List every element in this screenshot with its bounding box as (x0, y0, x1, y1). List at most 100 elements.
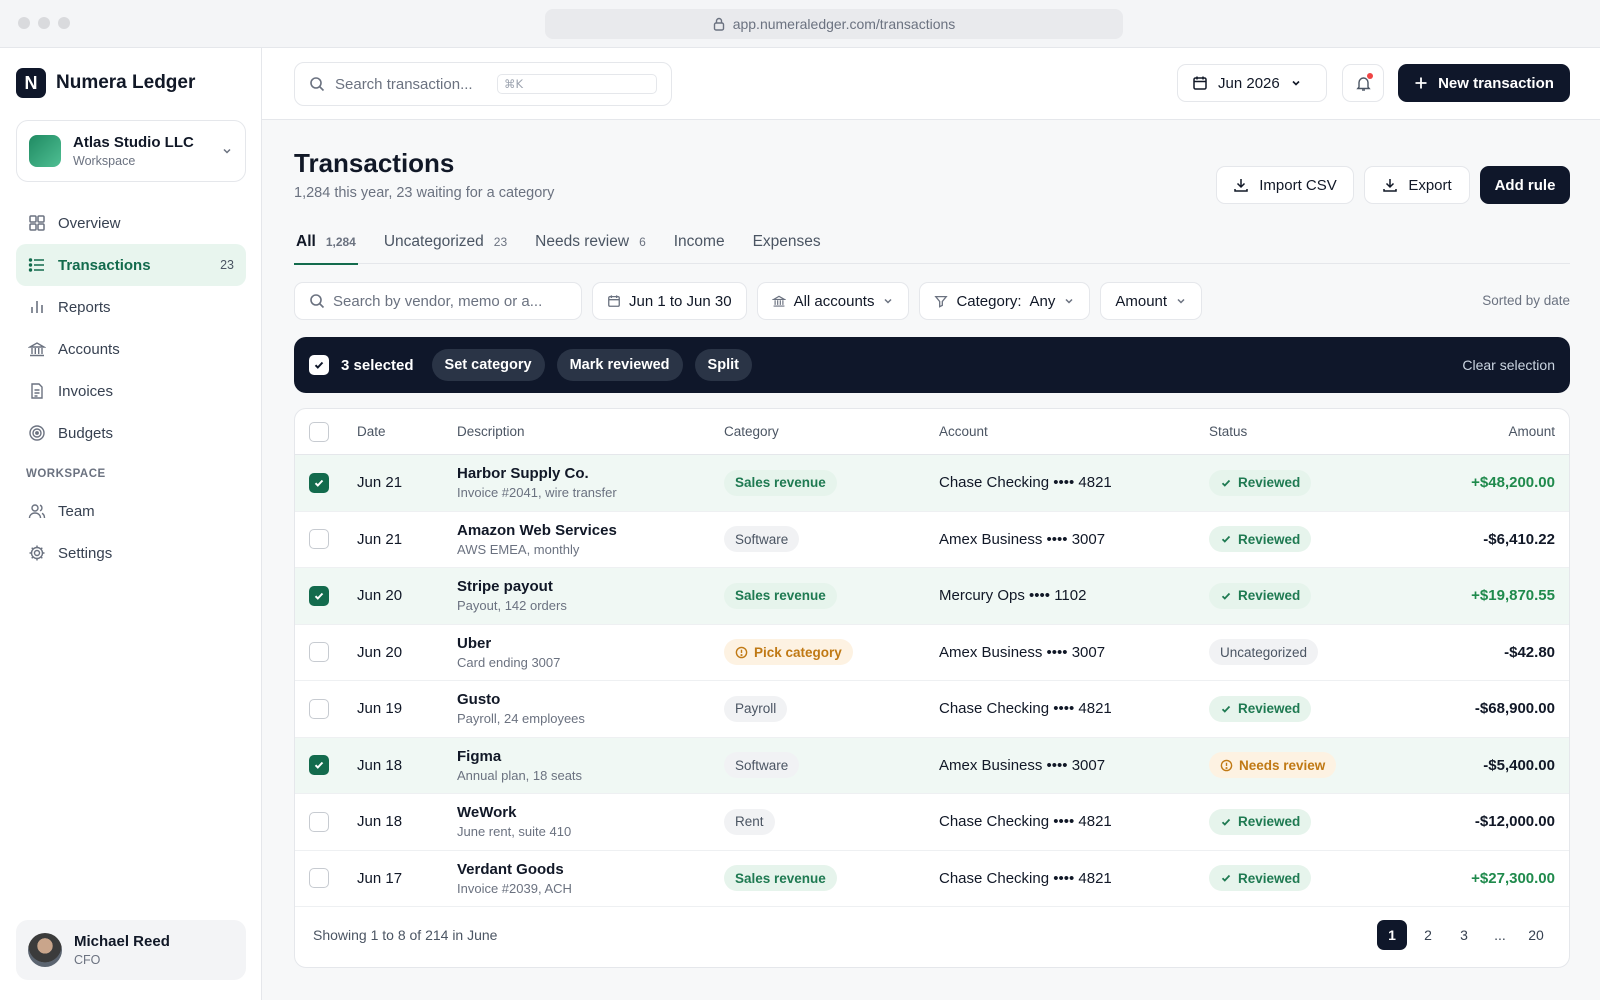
category-label: Sales revenue (735, 475, 826, 491)
category-badge[interactable]: Software (724, 526, 800, 553)
column-header-status[interactable]: Status (1209, 424, 1409, 439)
mark-reviewed-button[interactable]: Mark reviewed (556, 349, 683, 381)
global-search-input[interactable]: Search transaction... ⌘K (294, 62, 672, 106)
table-row[interactable]: Jun 18 Figma Annual plan, 18 seats Software… (295, 737, 1569, 794)
brand[interactable]: N Numera Ledger (16, 68, 195, 98)
user-profile[interactable]: Michael Reed CFO (16, 920, 246, 980)
column-header-date[interactable]: Date (357, 424, 457, 439)
table-row[interactable]: Jun 20 Uber Card ending 3007 Pick category A… (295, 625, 1569, 681)
tab-all[interactable]: All 1,284 (294, 220, 358, 265)
page-subtitle: 1,284 this year, 23 waiting for a catego… (294, 185, 555, 201)
table-row[interactable]: Jun 21 Amazon Web Services AWS EMEA, month… (295, 512, 1569, 568)
tab-count: 1,284 (325, 235, 356, 249)
download-icon (1382, 177, 1398, 193)
page-button[interactable]: 3 (1449, 920, 1479, 950)
row-checkbox[interactable] (309, 529, 329, 550)
nav-section-label: WORKSPACE (26, 468, 106, 480)
select-all-checkbox[interactable] (309, 355, 329, 375)
tab-expenses[interactable]: Expenses (751, 220, 823, 264)
header-checkbox[interactable] (309, 421, 329, 442)
sidebar-item-budgets[interactable]: Budgets (16, 412, 246, 454)
category-filter-label: Category: (956, 292, 1022, 310)
tab-needs-review[interactable]: Needs review 6 (533, 220, 648, 264)
sidebar-item-reports[interactable]: Reports (16, 286, 246, 328)
page-button[interactable]: 20 (1521, 920, 1551, 950)
notifications-button[interactable] (1342, 64, 1384, 102)
sidebar-item-team[interactable]: Team (16, 490, 246, 532)
column-header-amount[interactable]: Amount (1409, 424, 1569, 439)
category-badge[interactable]: Rent (724, 808, 775, 835)
workspace-switcher[interactable]: Atlas Studio LLC Workspace (16, 120, 246, 182)
tab-label: Income (673, 233, 725, 250)
sidebar-item-invoices[interactable]: Invoices (16, 370, 246, 412)
add-rule-button[interactable]: Add rule (1480, 166, 1570, 204)
row-checkbox[interactable] (309, 585, 329, 606)
sort-indicator[interactable]: Sorted by date (1482, 293, 1570, 308)
row-checkbox[interactable] (309, 698, 329, 719)
main-content: Search transaction... ⌘K Jun 2026 New tr… (262, 48, 1600, 1000)
column-header-account[interactable]: Account (939, 424, 1209, 439)
table-search-input[interactable]: Search by vendor, memo or a... (294, 282, 582, 320)
sidebar-item-overview[interactable]: Overview (16, 202, 246, 244)
address-bar[interactable]: app.numeraledger.com/transactions (545, 9, 1123, 39)
check-icon (1220, 477, 1232, 489)
category-badge[interactable]: Software (724, 752, 800, 779)
check-icon (313, 590, 325, 602)
row-checkbox[interactable] (309, 472, 329, 493)
row-date: Jun 20 (357, 643, 403, 661)
sidebar-item-accounts[interactable]: Accounts (16, 328, 246, 370)
category-badge[interactable]: Sales revenue (724, 469, 837, 496)
row-account: Chase Checking •••• 4821 (939, 474, 1112, 492)
category-badge[interactable]: Payroll (724, 695, 788, 722)
close-window-dot[interactable] (18, 17, 30, 29)
accounts-filter[interactable]: All accounts (756, 282, 910, 320)
sidebar-item-label: Settings (58, 544, 113, 562)
column-header-category[interactable]: Category (724, 424, 939, 439)
new-transaction-button[interactable]: New transaction (1398, 64, 1570, 102)
tab-income[interactable]: Income (672, 220, 727, 264)
table-row[interactable]: Jun 21 Harbor Supply Co. Invoice #2041, wi… (295, 455, 1569, 512)
search-icon (309, 293, 325, 309)
table-body: Jun 21 Harbor Supply Co. Invoice #2041, wi… (295, 455, 1569, 907)
category-label: Sales revenue (735, 870, 826, 886)
tab-count: 6 (639, 235, 646, 249)
row-amount: +$19,870.55 (1471, 587, 1555, 605)
minimize-window-dot[interactable] (38, 17, 50, 29)
page-button[interactable]: 1 (1377, 920, 1407, 950)
transactions-table: Date Description Category Account Status… (294, 408, 1570, 968)
set-category-button[interactable]: Set category (431, 349, 545, 381)
import-csv-button[interactable]: Import CSV (1216, 166, 1354, 204)
row-checkbox[interactable] (309, 868, 329, 889)
sidebar-item-transactions[interactable]: Transactions 23 (16, 244, 246, 286)
column-header-description[interactable]: Description (457, 424, 724, 439)
row-memo: Payroll, 24 employees (457, 711, 585, 727)
export-button[interactable]: Export (1364, 166, 1470, 204)
category-badge[interactable]: Pick category (724, 639, 853, 666)
tab-uncategorized[interactable]: Uncategorized 23 (382, 220, 509, 264)
accounts-filter-label: All accounts (793, 292, 875, 310)
sidebar-item-settings[interactable]: Settings (16, 532, 246, 574)
transaction-tabs: All 1,284 Uncategorized 23 Needs review … (294, 220, 1570, 265)
clear-selection-button[interactable]: Clear selection (1462, 357, 1555, 373)
users-icon (28, 502, 46, 520)
row-amount: +$48,200.00 (1471, 474, 1555, 492)
row-checkbox[interactable] (309, 642, 329, 663)
table-row[interactable]: Jun 20 Stripe payout Payout, 142 orders Sal… (295, 568, 1569, 625)
amount-filter[interactable]: Amount (1100, 282, 1203, 320)
split-button[interactable]: Split (694, 349, 752, 381)
page-button[interactable]: 2 (1413, 920, 1443, 950)
period-selector[interactable]: Jun 2026 (1177, 64, 1327, 102)
table-row[interactable]: Jun 17 Verdant Goods Invoice #2039, ACH Sal… (295, 851, 1569, 907)
document-icon (28, 382, 46, 400)
category-badge[interactable]: Sales revenue (724, 865, 837, 892)
row-amount: -$12,000.00 (1474, 813, 1555, 831)
table-row[interactable]: Jun 18 WeWork June rent, suite 410 Rent Chas… (295, 794, 1569, 851)
tab-label: Expenses (752, 233, 821, 250)
date-range-filter[interactable]: Jun 1 to Jun 30 (592, 282, 747, 320)
category-filter[interactable]: Category: Any (919, 282, 1091, 320)
category-badge[interactable]: Sales revenue (724, 582, 837, 609)
maximize-window-dot[interactable] (58, 17, 70, 29)
row-checkbox[interactable] (309, 755, 329, 776)
row-checkbox[interactable] (309, 811, 329, 832)
table-row[interactable]: Jun 19 Gusto Payroll, 24 employees Payroll C… (295, 681, 1569, 738)
